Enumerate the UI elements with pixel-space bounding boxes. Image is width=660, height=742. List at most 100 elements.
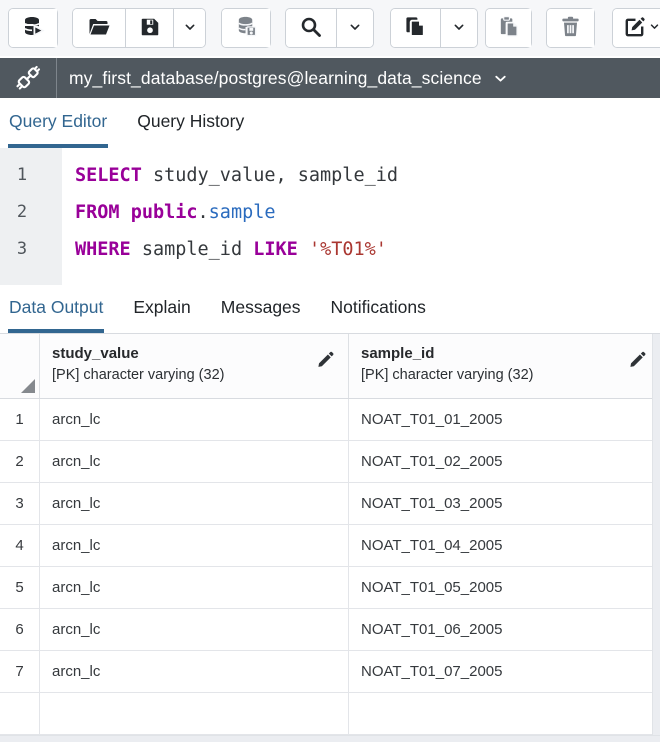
column-type: [PK] character varying (32) [52,366,314,385]
connection-dropdown[interactable]: my_first_database/postgres@learning_data… [0,58,660,98]
find-button[interactable] [286,9,336,47]
divider [56,58,57,98]
sql-keyword: LIKE [253,239,298,260]
search-icon [299,15,323,42]
table-row: 3 arcn_lc NOAT_T01_03_2005 [0,483,660,525]
sql-string: '%T01%' [309,239,387,260]
copy-button[interactable] [391,9,440,47]
row-number[interactable]: 5 [0,567,40,608]
open-file-button[interactable] [73,9,125,47]
paste-icon [497,15,520,41]
save-data-changes-button[interactable] [222,9,270,47]
sql-text: sample_id [131,239,254,260]
chevron-down-icon [451,19,467,38]
delete-button[interactable] [547,9,594,47]
editor-tabbar: Query Editor Query History [0,98,660,148]
tab-messages[interactable]: Messages [220,285,302,333]
table-row: 1 arcn_lc NOAT_T01_01_2005 [0,399,660,441]
trash-icon [559,15,582,41]
column-name: sample_id [361,344,626,363]
select-all-corner[interactable] [0,334,40,398]
row-number[interactable]: 3 [0,483,40,524]
sql-text: study_value, sample_id [142,165,398,186]
line-number-gutter: 1 2 3 [0,148,62,285]
row-number[interactable]: 6 [0,609,40,650]
row-number[interactable]: 4 [0,525,40,566]
row-number[interactable]: 1 [0,399,40,440]
folder-open-icon [87,15,111,42]
sql-text [120,202,131,223]
row-number[interactable]: 7 [0,651,40,692]
chevron-down-icon [182,19,198,38]
column-header-sample-id[interactable]: sample_id [PK] character varying (32) [349,334,660,398]
edit-menu-button[interactable] [613,9,660,47]
find-options-dropdown[interactable] [336,9,373,47]
cell-sample-id[interactable]: NOAT_T01_07_2005 [349,651,660,692]
cell-sample-id[interactable]: NOAT_T01_01_2005 [349,399,660,440]
sql-line-2: FROM public.sample [75,194,398,231]
select-all-triangle-icon [21,379,35,393]
connection-label: my_first_database/postgres@learning_data… [69,68,482,89]
sql-keyword: SELECT [75,165,142,186]
row-number[interactable] [0,693,40,734]
sql-code: SELECT study_value, sample_id FROM publi… [62,148,398,285]
vertical-scrollbar[interactable] [652,334,660,742]
horizontal-scrollbar[interactable] [0,735,660,742]
cell-study-value[interactable]: arcn_lc [40,441,349,482]
save-icon [139,16,161,41]
paste-group [485,8,532,48]
save-file-button[interactable] [125,9,173,47]
cell-study-value[interactable]: arcn_lc [40,399,349,440]
edit-column-pencil-icon[interactable] [316,349,336,374]
line-number: 3 [0,231,44,268]
chevron-down-icon [492,70,509,87]
grid-header: study_value [PK] character varying (32) … [0,334,660,399]
cell-empty[interactable] [349,693,660,734]
column-type: [PK] character varying (32) [361,366,626,385]
column-header-study-value[interactable]: study_value [PK] character varying (32) [40,334,349,398]
sql-keyword: WHERE [75,239,131,260]
tab-query-editor[interactable]: Query Editor [8,98,108,148]
edit-pencil-square-icon [623,15,647,42]
cell-study-value[interactable]: arcn_lc [40,483,349,524]
cell-sample-id[interactable]: NOAT_T01_02_2005 [349,441,660,482]
save-data-group [221,8,271,48]
line-number: 1 [0,157,44,194]
cell-sample-id[interactable]: NOAT_T01_06_2005 [349,609,660,650]
sql-editor[interactable]: 1 2 3 SELECT study_value, sample_id FROM… [0,148,660,285]
copy-options-dropdown[interactable] [440,9,477,47]
delete-group [546,8,595,48]
file-group [72,8,206,48]
execute-script-button[interactable] [9,9,57,47]
save-options-dropdown[interactable] [173,9,205,47]
tab-notifications[interactable]: Notifications [330,285,427,333]
copy-group [390,8,478,48]
tab-data-output[interactable]: Data Output [8,285,104,333]
execute-group [8,8,58,48]
sql-identifier: sample [209,202,276,223]
sql-line-1: SELECT study_value, sample_id [75,157,398,194]
edit-column-pencil-icon[interactable] [628,349,648,374]
paste-button[interactable] [486,9,531,47]
cell-study-value[interactable]: arcn_lc [40,609,349,650]
sql-keyword: FROM [75,202,120,223]
row-number[interactable]: 2 [0,441,40,482]
output-tabbar: Data Output Explain Messages Notificatio… [0,285,660,333]
edit-group [612,8,660,48]
find-group [285,8,374,48]
table-row: 2 arcn_lc NOAT_T01_02_2005 [0,441,660,483]
tab-explain[interactable]: Explain [132,285,191,333]
chevron-down-icon [347,19,363,38]
tab-query-history[interactable]: Query History [136,98,245,148]
cell-empty[interactable] [40,693,349,734]
line-number: 2 [0,194,44,231]
cell-sample-id[interactable]: NOAT_T01_03_2005 [349,483,660,524]
column-name: study_value [52,344,314,363]
cell-sample-id[interactable]: NOAT_T01_04_2005 [349,525,660,566]
cell-sample-id[interactable]: NOAT_T01_05_2005 [349,567,660,608]
sql-keyword: public [131,202,198,223]
cell-study-value[interactable]: arcn_lc [40,651,349,692]
table-row: 5 arcn_lc NOAT_T01_05_2005 [0,567,660,609]
cell-study-value[interactable]: arcn_lc [40,567,349,608]
cell-study-value[interactable]: arcn_lc [40,525,349,566]
